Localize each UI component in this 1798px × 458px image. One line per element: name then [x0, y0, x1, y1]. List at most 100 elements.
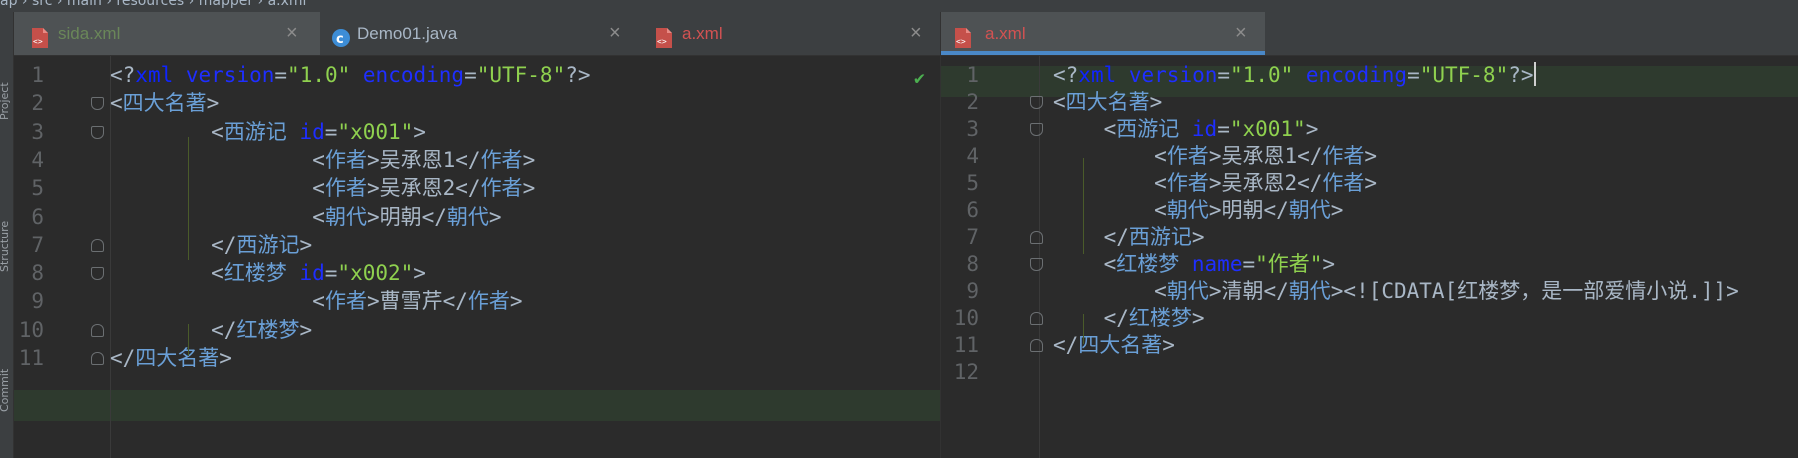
token-tagname: 西游记 — [1128, 225, 1192, 249]
token-tag: = — [1217, 117, 1230, 141]
fold-start-marker[interactable] — [1030, 258, 1043, 271]
tab-demo01-java[interactable]: c Demo01.java × — [321, 12, 637, 55]
token-tag: > — [366, 176, 380, 201]
token-tag: < — [1103, 117, 1117, 141]
token-tag: > — [1191, 225, 1205, 249]
close-icon[interactable]: × — [1235, 12, 1247, 55]
token-tag: > — [1208, 279, 1222, 303]
token-tag: < — [1053, 90, 1066, 114]
fold-start-marker[interactable] — [91, 267, 104, 281]
token-tag: > — [1208, 198, 1222, 222]
token-tag: > — [522, 147, 536, 172]
token-tag: > — [413, 119, 426, 144]
token-tag: </ — [1263, 198, 1289, 222]
code-line[interactable]: </西游记> — [110, 230, 312, 261]
svg-text:<>: <> — [956, 37, 966, 46]
fold-end-marker[interactable] — [91, 238, 104, 252]
indent-guide — [188, 324, 189, 356]
code-line[interactable]: <朝代>明朝</朝代> — [110, 202, 501, 233]
breadcrumb: ap › src › main › resources › mapper › a… — [0, 0, 1798, 12]
token-txt: 吴承恩1 — [1221, 144, 1298, 168]
token-tag: </ — [1297, 144, 1323, 168]
close-icon[interactable]: × — [286, 12, 298, 55]
code-line[interactable]: </四大名著> — [1053, 330, 1175, 361]
sidebar-commit-label[interactable]: Commit — [0, 312, 12, 412]
token-tag: > — [1364, 171, 1378, 195]
token-txt: 吴承恩1 — [379, 147, 456, 172]
line-number: 2 — [31, 91, 44, 116]
token-tag: </ — [1297, 171, 1323, 195]
line-number: 5 — [31, 176, 44, 201]
fold-start-marker[interactable] — [1030, 123, 1043, 136]
token-tagname: 作者 — [324, 289, 367, 314]
token-tag: </ — [211, 317, 237, 342]
token-tag: > — [1208, 171, 1222, 195]
token-tag: </ — [1053, 333, 1079, 357]
sidebar-project-label[interactable]: Project — [0, 20, 12, 120]
token-tagname: 西游记 — [236, 232, 300, 257]
fold-start-marker[interactable] — [91, 97, 104, 111]
fold-end-marker[interactable] — [1030, 231, 1043, 244]
tab-a-xml[interactable]: <> a.xml × — [941, 12, 1265, 55]
token-tag: < — [1154, 144, 1167, 168]
fold-end-marker[interactable] — [91, 352, 104, 365]
token-txt: 曹雪芹 — [379, 289, 443, 314]
fold-start-marker[interactable] — [91, 125, 104, 139]
token-tag: < — [110, 91, 123, 116]
code-line[interactable]: <?xml version="1.0" encoding="UTF-8"?> — [110, 60, 591, 91]
token-attrv: "作者" — [1255, 252, 1323, 276]
token-tagname: 作者 — [1166, 144, 1209, 168]
token-tag: > — [299, 232, 313, 257]
inspection-ok-icon[interactable]: ✔ — [914, 68, 925, 89]
code-line[interactable]: <作者>曹雪芹</作者> — [110, 286, 522, 317]
token-tag: > — [1364, 144, 1378, 168]
token-tagname: 作者 — [1322, 144, 1365, 168]
token-txt: 清朝 — [1221, 279, 1264, 303]
active-tab-indicator — [941, 51, 1265, 55]
breadcrumb-text: ap › src › main › resources › mapper › a… — [0, 0, 307, 9]
sidebar-structure-label[interactable]: Structure — [0, 162, 12, 272]
code-line[interactable]: </红楼梦> — [110, 315, 312, 346]
token-attr: encoding — [1305, 63, 1408, 87]
close-icon[interactable]: × — [910, 12, 922, 55]
fold-end-marker[interactable] — [91, 323, 104, 337]
tab-a-xml[interactable]: <> a.xml × — [638, 12, 940, 55]
line-number: 8 — [31, 261, 44, 286]
tab-sida-xml[interactable]: <> sida.xml × — [14, 12, 320, 55]
token-tag: <? — [110, 63, 136, 87]
code-line[interactable]: <西游记 id="x001"> — [110, 117, 426, 148]
token-txt: 明朝 — [379, 204, 422, 229]
code-line[interactable]: <红楼梦 id="x002"> — [110, 258, 426, 289]
left-tab-bar: <> sida.xml × c Demo01.java × <> a.xml × — [14, 12, 940, 56]
fold-end-marker[interactable] — [1030, 312, 1043, 325]
code-line[interactable]: <作者>吴承恩2</作者> — [110, 173, 535, 204]
code-line[interactable]: <作者>吴承恩1</作者> — [110, 145, 535, 176]
token-attrv: "1.0" — [1230, 63, 1306, 87]
token-tag: > — [1162, 333, 1175, 357]
code-line[interactable]: <四大名著> — [110, 88, 219, 119]
token-tag: <? — [1053, 63, 1079, 87]
svg-text:c: c — [336, 32, 344, 47]
token-tag: > — [1305, 117, 1319, 141]
token-tag: > — [1322, 252, 1336, 276]
code-line[interactable]: </四大名著> — [110, 343, 232, 374]
fold-end-marker[interactable] — [1030, 339, 1043, 352]
indent-guide — [1083, 314, 1084, 344]
token-tag: > — [413, 261, 426, 286]
token-tag: < — [211, 261, 224, 286]
token-attr: id — [1191, 117, 1218, 141]
token-tagname: 四大名著 — [1065, 90, 1150, 114]
indent-guide — [1083, 158, 1084, 254]
fold-start-marker[interactable] — [1030, 96, 1043, 109]
token-tag: > — [366, 289, 380, 314]
indent-guide — [188, 137, 189, 260]
close-icon[interactable]: × — [609, 12, 621, 55]
tab-label: a.xml — [985, 24, 1026, 43]
java-class-icon: c — [331, 22, 351, 47]
token-tagname: 作者 — [1322, 171, 1365, 195]
